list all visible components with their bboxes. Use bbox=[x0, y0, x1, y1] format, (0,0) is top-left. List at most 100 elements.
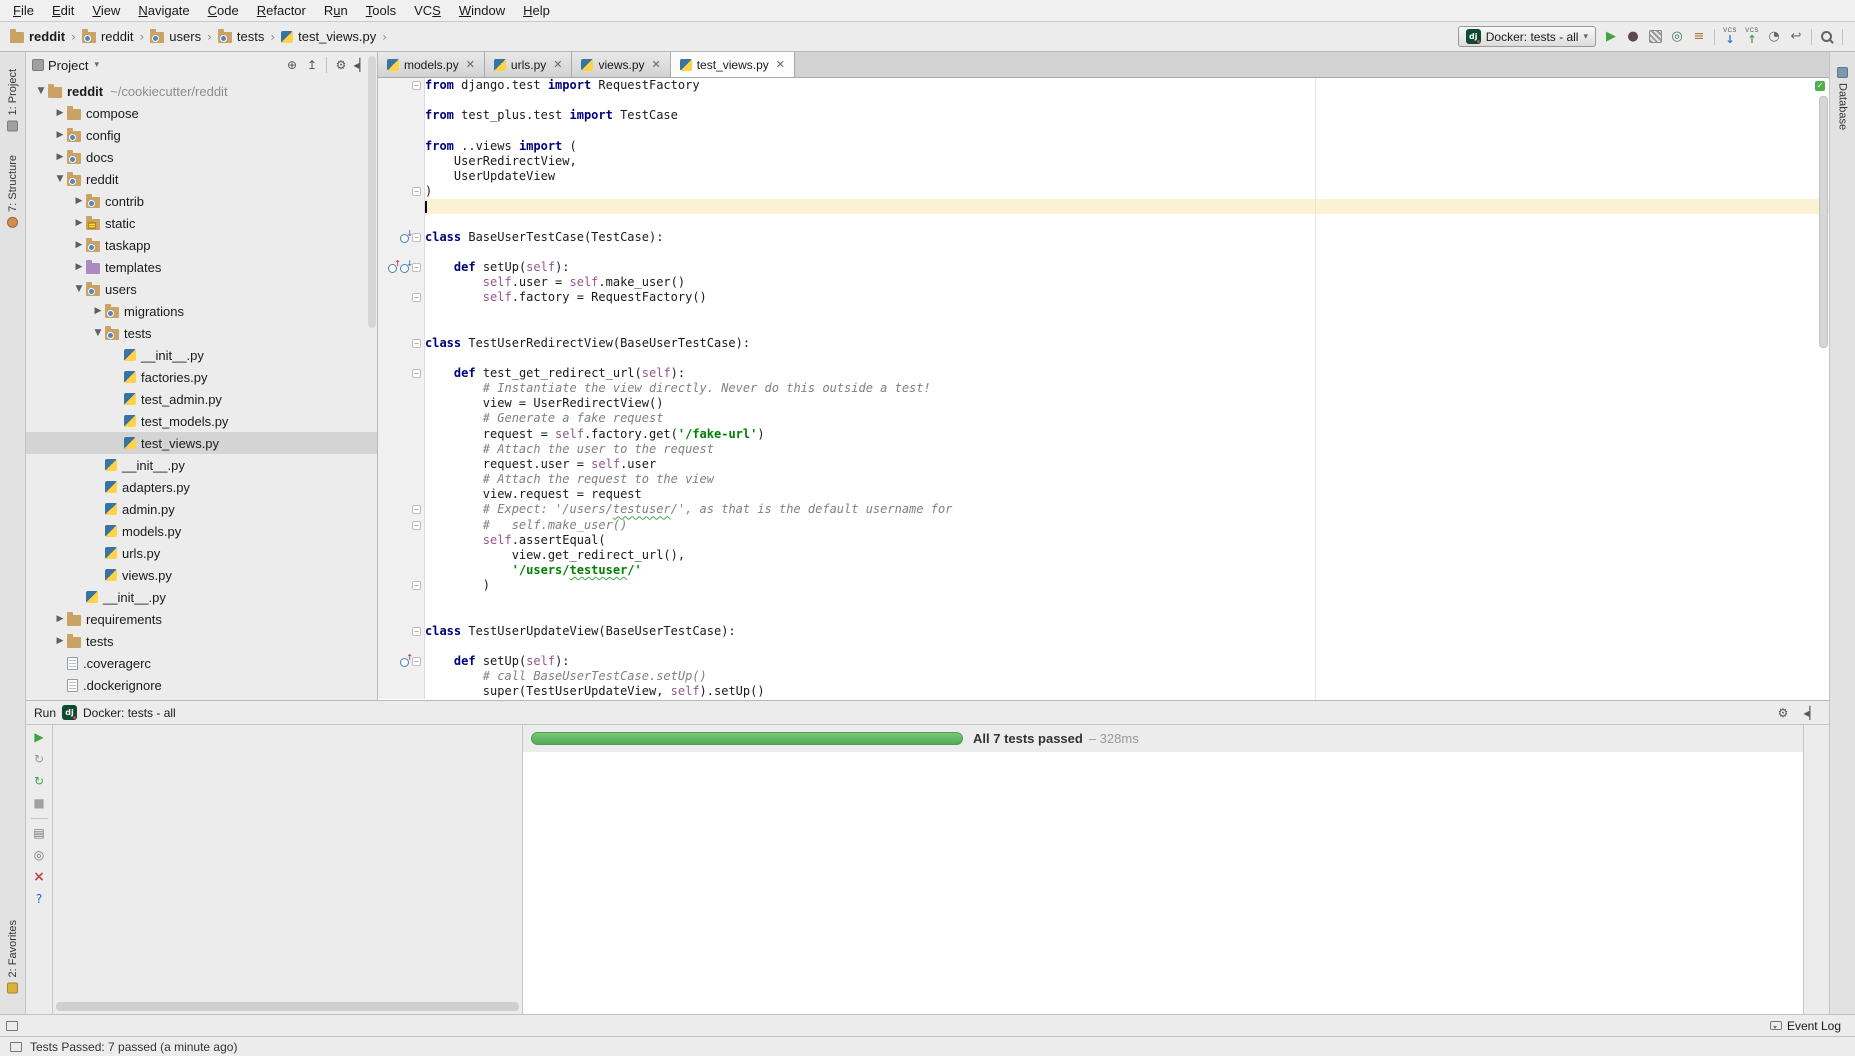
profiler-icon[interactable]: ◎ bbox=[1666, 26, 1688, 48]
tree-row[interactable]: test_admin.py bbox=[26, 388, 377, 410]
tool-strip-tab-favorites[interactable]: 2: Favorites bbox=[5, 913, 21, 1000]
tree-row[interactable]: ▼reddit~/cookiecutter/reddit bbox=[26, 80, 377, 102]
rerun-failed-icon[interactable]: ↻ bbox=[31, 752, 48, 767]
editor-gutter[interactable]: − bbox=[378, 502, 425, 517]
menu-code[interactable]: Code bbox=[199, 2, 248, 19]
menu-window[interactable]: Window bbox=[450, 2, 514, 19]
debug-icon[interactable]: ● bbox=[1622, 26, 1644, 48]
editor-gutter[interactable]: − bbox=[378, 78, 425, 93]
tool-strip-tab-database[interactable]: Database bbox=[1835, 60, 1851, 137]
editor-gutter[interactable]: − bbox=[378, 518, 425, 533]
fold-start-icon[interactable]: − bbox=[412, 81, 421, 90]
help-icon[interactable]: ? bbox=[31, 892, 48, 907]
editor-gutter[interactable] bbox=[378, 533, 425, 548]
editor-gutter[interactable]: − bbox=[378, 366, 425, 381]
tab-models.py[interactable]: models.py✕ bbox=[378, 52, 485, 77]
editor-gutter[interactable] bbox=[378, 472, 425, 487]
collapse-all-icon[interactable]: ↥ bbox=[302, 58, 322, 72]
tree-row[interactable]: urls.py bbox=[26, 542, 377, 564]
tree-row[interactable]: ▶config bbox=[26, 124, 377, 146]
tree-collapsed-arrow-icon[interactable]: ▶ bbox=[72, 240, 86, 250]
tree-collapsed-arrow-icon[interactable]: ▶ bbox=[53, 130, 67, 140]
toggle-auto-test-icon[interactable]: ↻ bbox=[31, 774, 48, 789]
tree-row[interactable]: ▶requirements bbox=[26, 608, 377, 630]
fold-start-icon[interactable]: − bbox=[412, 339, 421, 348]
editor-gutter[interactable] bbox=[378, 169, 425, 184]
breadcrumb-item[interactable]: tests bbox=[216, 29, 266, 44]
tree-row[interactable]: ▶docs bbox=[26, 146, 377, 168]
fold-start-icon[interactable]: − bbox=[412, 369, 421, 378]
editor-gutter[interactable]: − bbox=[378, 654, 425, 669]
breadcrumb-item[interactable]: reddit bbox=[8, 29, 67, 44]
editor-gutter[interactable] bbox=[378, 593, 425, 608]
menu-refactor[interactable]: Refactor bbox=[248, 2, 315, 19]
editor-gutter[interactable] bbox=[378, 93, 425, 108]
editor-gutter[interactable] bbox=[378, 487, 425, 502]
tree-collapsed-arrow-icon[interactable]: ▶ bbox=[91, 306, 105, 316]
menu-help[interactable]: Help bbox=[514, 2, 559, 19]
menu-tools[interactable]: Tools bbox=[357, 2, 405, 19]
recent-changes-icon[interactable]: ◔ bbox=[1763, 26, 1785, 48]
test-tree-hscrollbar[interactable] bbox=[56, 1002, 519, 1011]
fold-start-icon[interactable]: − bbox=[412, 233, 421, 242]
search-everywhere-icon[interactable] bbox=[1816, 26, 1838, 48]
editor-gutter[interactable] bbox=[378, 457, 425, 472]
tree-row[interactable]: views.py bbox=[26, 564, 377, 586]
editor-gutter[interactable] bbox=[378, 321, 425, 336]
editor-gutter[interactable] bbox=[378, 381, 425, 396]
settings-icon[interactable]: ⚙ bbox=[331, 58, 351, 72]
run-console-output[interactable] bbox=[523, 752, 1803, 1014]
tab-test_views.py[interactable]: test_views.py✕ bbox=[671, 52, 795, 77]
editor-gutter[interactable]: − bbox=[378, 336, 425, 351]
tree-collapsed-arrow-icon[interactable]: ▶ bbox=[53, 108, 67, 118]
editor-gutter[interactable] bbox=[378, 563, 425, 578]
editor-gutter[interactable] bbox=[378, 411, 425, 426]
menu-file[interactable]: File bbox=[4, 2, 43, 19]
editor-gutter[interactable] bbox=[378, 154, 425, 169]
tree-row[interactable]: __init__.py bbox=[26, 454, 377, 476]
breadcrumb-item[interactable]: reddit bbox=[80, 29, 136, 44]
locate-icon[interactable]: ⊕ bbox=[282, 58, 302, 72]
run-test-down-icon[interactable] bbox=[400, 232, 411, 243]
editor-gutter[interactable] bbox=[378, 442, 425, 457]
tree-collapsed-arrow-icon[interactable]: ▶ bbox=[72, 218, 86, 228]
tab-views.py[interactable]: views.py✕ bbox=[572, 52, 670, 77]
running-processes-icon[interactable]: ≡ bbox=[1688, 26, 1710, 48]
fold-start-icon[interactable]: − bbox=[412, 263, 421, 272]
tree-row[interactable]: .coveragerc bbox=[26, 652, 377, 674]
tree-row[interactable]: factories.py bbox=[26, 366, 377, 388]
editor-gutter[interactable]: − bbox=[378, 290, 425, 305]
tree-row[interactable]: ▼users bbox=[26, 278, 377, 300]
settings-icon[interactable]: ⚙ bbox=[1773, 706, 1793, 720]
tab-close-icon[interactable]: ✕ bbox=[652, 58, 661, 71]
vcs-update-icon[interactable]: VCS↓ bbox=[1719, 28, 1741, 45]
rollback-icon[interactable]: ↩ bbox=[1785, 26, 1807, 48]
fold-start-icon[interactable]: − bbox=[412, 657, 421, 666]
tree-row[interactable]: ▶contrib bbox=[26, 190, 377, 212]
stop-icon[interactable]: ■ bbox=[31, 796, 48, 811]
tree-row[interactable]: ▼reddit bbox=[26, 168, 377, 190]
run-configuration-select[interactable]: dj Docker: tests - all ▾ bbox=[1458, 26, 1596, 47]
editor-gutter[interactable] bbox=[378, 305, 425, 320]
tree-row[interactable]: adapters.py bbox=[26, 476, 377, 498]
menu-view[interactable]: View bbox=[83, 2, 129, 19]
editor-gutter[interactable] bbox=[378, 684, 425, 699]
editor-gutter[interactable] bbox=[378, 275, 425, 290]
restore-layout-icon[interactable]: ▤ bbox=[31, 826, 48, 841]
fold-start-icon[interactable]: − bbox=[412, 505, 421, 514]
tree-row[interactable]: ▶static bbox=[26, 212, 377, 234]
tree-collapsed-arrow-icon[interactable]: ▶ bbox=[53, 614, 67, 624]
tool-strip-tab-project[interactable]: 1: Project bbox=[5, 62, 21, 138]
inspections-ok-icon[interactable]: ✓ bbox=[1815, 81, 1825, 91]
tree-expanded-arrow-icon[interactable]: ▼ bbox=[34, 86, 48, 96]
tree-row[interactable]: admin.py bbox=[26, 498, 377, 520]
tree-row[interactable]: test_views.py bbox=[26, 432, 377, 454]
fold-end-icon[interactable]: − bbox=[412, 293, 421, 302]
fold-end-icon[interactable]: − bbox=[412, 521, 421, 530]
editor-gutter[interactable] bbox=[378, 548, 425, 563]
fold-end-icon[interactable]: − bbox=[412, 581, 421, 590]
tab-urls.py[interactable]: urls.py✕ bbox=[485, 52, 573, 77]
editor-gutter[interactable] bbox=[378, 427, 425, 442]
tree-collapsed-arrow-icon[interactable]: ▶ bbox=[72, 196, 86, 206]
hide-icon[interactable]: ◂▏ bbox=[1801, 706, 1821, 720]
